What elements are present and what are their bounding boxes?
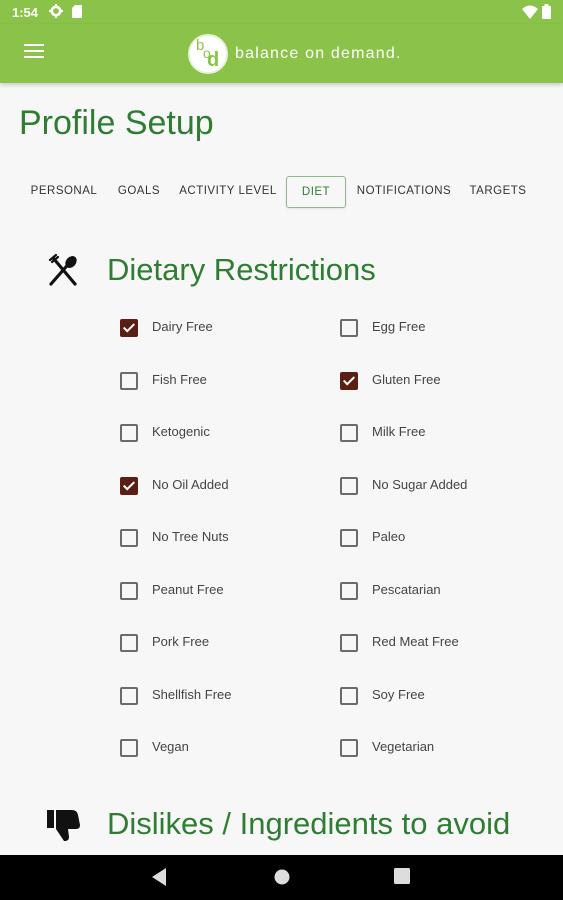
thumbs-down-icon [47, 810, 80, 841]
option-label: Dairy Free [152, 319, 213, 334]
option-label: Paleo [372, 529, 406, 544]
checkbox[interactable] [120, 476, 138, 495]
diet-option-egg-free[interactable]: Egg Free [340, 318, 530, 340]
option-label: Shellfish Free [152, 686, 232, 702]
diet-option-paleo[interactable]: Paleo [340, 528, 530, 550]
tab-targets[interactable]: TARGETS [466, 176, 530, 206]
dietary-restrictions-title: Dietary Restrictions [107, 252, 376, 287]
profile-tabs: PERSONAL GOALS ACTIVITY LEVEL DIET NOTIF… [22, 176, 542, 208]
diet-option-peanut-free[interactable]: Peanut Free [120, 581, 310, 603]
diet-option-vegan[interactable]: Vegan [120, 738, 310, 760]
page-title: Profile Setup [19, 104, 214, 142]
option-label: Ketogenic [152, 424, 210, 439]
gear-icon [49, 4, 63, 18]
option-label: Soy Free [372, 686, 425, 702]
battery-icon [542, 4, 551, 19]
diet-option-gluten-free[interactable]: Gluten Free [340, 371, 530, 393]
option-label: No Tree Nuts [152, 529, 229, 544]
checkbox[interactable] [120, 634, 138, 652]
checkbox[interactable] [340, 581, 358, 600]
wifi-icon [521, 5, 538, 19]
option-label: Pescatarian [372, 581, 441, 597]
checkbox[interactable] [340, 476, 358, 495]
tab-notifications[interactable]: NOTIFICATIONS [356, 176, 452, 206]
checkbox[interactable] [340, 424, 358, 442]
option-label: Peanut Free [152, 581, 224, 597]
option-label: Fish Free [152, 371, 207, 387]
tab-diet[interactable]: DIET [286, 176, 346, 208]
back-icon[interactable] [152, 868, 168, 886]
checkbox[interactable] [340, 319, 358, 337]
diet-option-ketogenic[interactable]: Ketogenic [120, 423, 310, 445]
diet-option-pork-free[interactable]: Pork Free [120, 633, 310, 655]
option-label: No Oil Added [152, 476, 229, 492]
status-bar: 1:54 [0, 0, 563, 24]
checkbox[interactable] [340, 371, 358, 390]
checkbox[interactable] [340, 739, 358, 757]
diet-option-vegetarian[interactable]: Vegetarian [340, 738, 530, 760]
diet-option-dairy-free[interactable]: Dairy Free [120, 318, 310, 340]
sd-card-icon [72, 5, 82, 18]
option-label: Vegetarian [372, 739, 435, 754]
app-bar: bod balance on demand. [0, 24, 563, 83]
home-icon[interactable] [273, 868, 291, 886]
diet-option-no-tree-nuts[interactable]: No Tree Nuts [120, 528, 310, 550]
logo-icon: bod [188, 34, 228, 74]
checkbox[interactable] [120, 581, 138, 600]
diet-option-fish-free[interactable]: Fish Free [120, 371, 310, 393]
tab-goals[interactable]: GOALS [114, 176, 164, 206]
hamburger-menu-icon[interactable] [24, 44, 44, 62]
option-label: Milk Free [372, 424, 426, 439]
checkbox[interactable] [120, 319, 138, 337]
diet-option-no-sugar-added[interactable]: No Sugar Added [340, 476, 530, 498]
option-label: Egg Free [372, 319, 426, 334]
checkbox[interactable] [120, 686, 138, 705]
checkbox[interactable] [340, 686, 358, 705]
checkbox[interactable] [120, 371, 138, 390]
status-time: 1:54 [12, 5, 39, 20]
diet-option-milk-free[interactable]: Milk Free [340, 423, 530, 445]
checkbox[interactable] [340, 529, 358, 547]
brand-text: balance on demand. [235, 45, 402, 62]
checkbox[interactable] [120, 529, 138, 547]
diet-option-red-meat-free[interactable]: Red Meat Free [340, 633, 530, 655]
diet-option-soy-free[interactable]: Soy Free [340, 686, 530, 708]
diet-option-shellfish-free[interactable]: Shellfish Free [120, 686, 310, 708]
tab-activity-level[interactable]: ACTIVITY LEVEL [178, 176, 278, 206]
fork-spoon-icon [48, 254, 77, 286]
option-label: Pork Free [152, 634, 210, 649]
diet-option-pescatarian[interactable]: Pescatarian [340, 581, 530, 603]
system-nav-bar [0, 855, 563, 900]
option-label: No Sugar Added [372, 476, 468, 492]
option-label: Vegan [152, 739, 189, 754]
checkbox[interactable] [120, 424, 138, 442]
checkbox[interactable] [120, 739, 138, 757]
tab-personal[interactable]: PERSONAL [22, 176, 106, 206]
option-label: Gluten Free [372, 371, 441, 387]
recents-icon[interactable] [394, 868, 410, 884]
diet-option-no-oil-added[interactable]: No Oil Added [120, 476, 310, 498]
option-label: Red Meat Free [372, 634, 459, 649]
dislikes-title: Dislikes / Ingredients to avoid [107, 806, 511, 841]
checkbox[interactable] [340, 634, 358, 652]
